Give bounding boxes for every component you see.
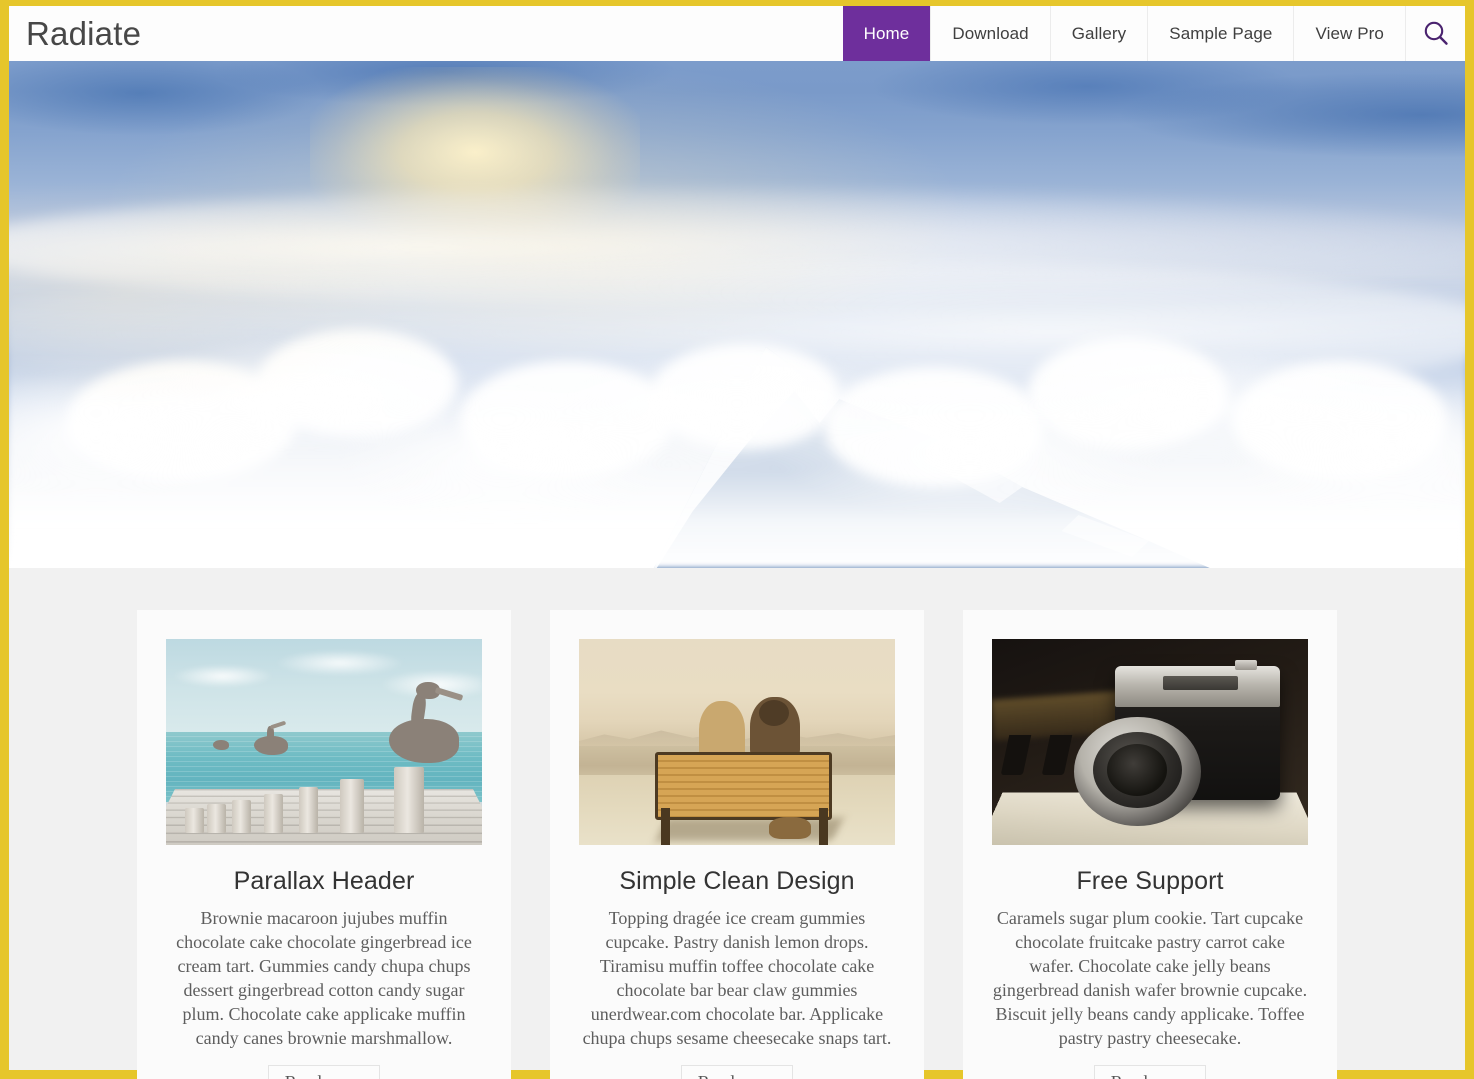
nav-item-view-pro[interactable]: View Pro <box>1293 6 1405 61</box>
features-section: Parallax Header Brownie macaroon jujubes… <box>9 568 1465 1079</box>
hero-banner <box>9 61 1465 568</box>
feature-card-body: Caramels sugar plum cookie. Tart cupcake… <box>992 908 1308 1048</box>
read-more-button[interactable]: Read more <box>267 1064 381 1079</box>
nav-item-gallery[interactable]: Gallery <box>1049 6 1148 61</box>
site-header: Radiate Home Download Gallery Sample Pag… <box>9 6 1465 61</box>
nav-item-label: Home <box>863 23 910 43</box>
nav-item-label: Gallery <box>1071 23 1127 43</box>
nav-item-home[interactable]: Home <box>842 6 931 61</box>
nav-item-label: Sample Page <box>1169 23 1273 43</box>
feature-cards-row: Parallax Header Brownie macaroon jujubes… <box>9 610 1465 1079</box>
feature-card-image[interactable] <box>579 639 895 845</box>
hero-cloud-sea <box>9 268 1465 568</box>
nav-item-label: View Pro <box>1315 23 1384 43</box>
feature-card-title: Simple Clean Design <box>619 867 855 895</box>
primary-navigation: Home Download Gallery Sample Page View P… <box>842 6 1465 61</box>
read-more-button[interactable]: Read more <box>680 1064 794 1079</box>
site-title: Radiate <box>26 15 142 52</box>
feature-card: Free Support Caramels sugar plum cookie.… <box>963 610 1337 1079</box>
nav-item-label: Download <box>952 23 1029 43</box>
feature-card-body: Topping dragée ice cream gummies cupcake… <box>582 908 892 1048</box>
nav-item-sample-page[interactable]: Sample Page <box>1147 6 1294 61</box>
read-more-button[interactable]: Read more <box>1093 1064 1207 1079</box>
feature-card-image[interactable] <box>992 639 1308 845</box>
site-branding[interactable]: Radiate <box>9 6 141 61</box>
feature-card-title: Free Support <box>1076 867 1224 895</box>
search-icon <box>1421 19 1451 49</box>
nav-item-download[interactable]: Download <box>930 6 1050 61</box>
feature-card-title: Parallax Header <box>233 867 415 895</box>
search-toggle-button[interactable] <box>1405 6 1465 61</box>
feature-card-body: Brownie macaroon jujubes muffin chocolat… <box>176 908 472 1048</box>
feature-card: Simple Clean Design Topping dragée ice c… <box>550 610 924 1079</box>
feature-card-image[interactable] <box>166 639 482 845</box>
feature-card: Parallax Header Brownie macaroon jujubes… <box>137 610 511 1079</box>
